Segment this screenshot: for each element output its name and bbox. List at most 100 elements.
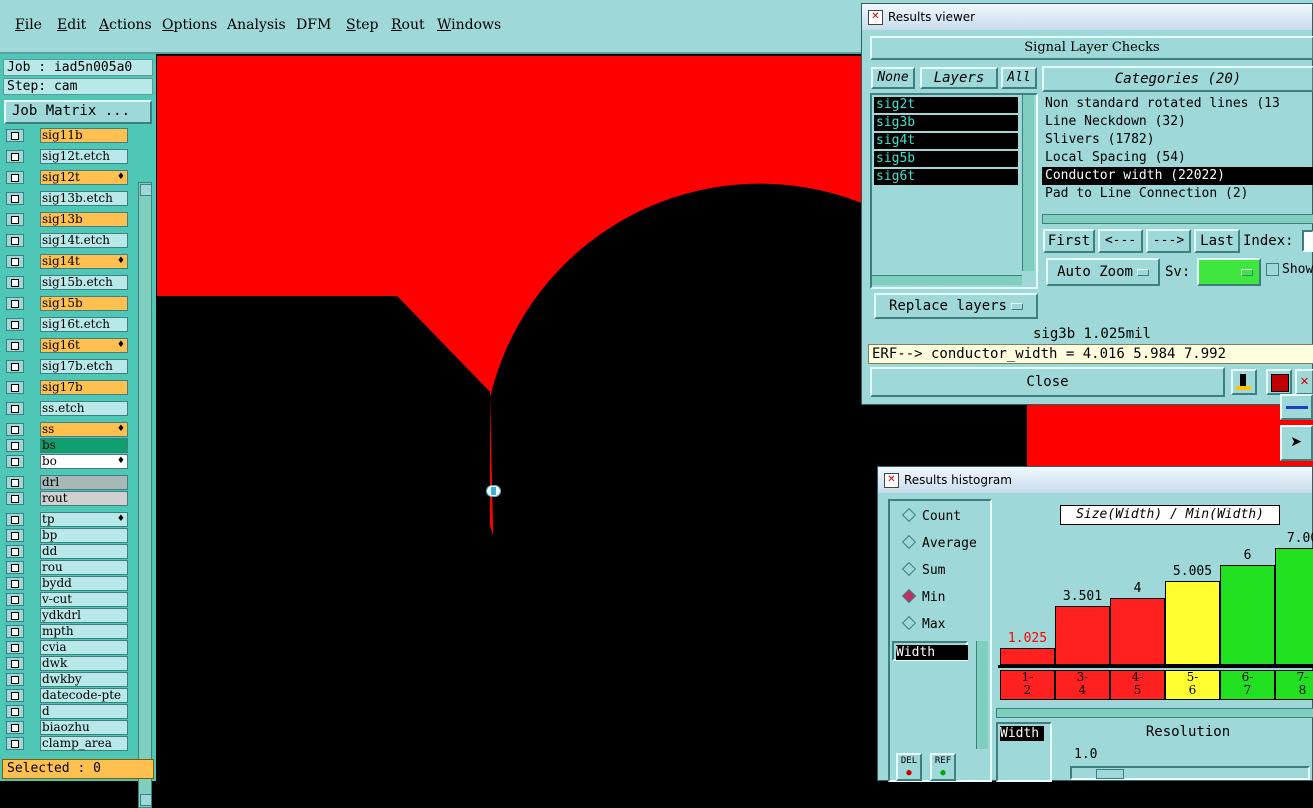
category-item[interactable]: Line Neckdown (32)	[1042, 113, 1313, 131]
layer-row[interactable]: d	[6, 704, 128, 719]
layer-row[interactable]: rou	[6, 560, 128, 575]
menu-edit[interactable]: Edit	[57, 17, 86, 33]
layer-name[interactable]: ss.etch	[40, 401, 128, 416]
field-scrollbar[interactable]	[976, 641, 988, 749]
layer-name[interactable]: sig14t ♦	[40, 254, 128, 269]
layer-checkbox[interactable]	[6, 192, 24, 205]
histogram-bar[interactable]	[1220, 565, 1275, 665]
layer-name[interactable]: ss ♦	[40, 422, 128, 437]
layer-checkbox[interactable]	[6, 276, 24, 289]
replace-layers-dropdown[interactable]: Replace layers	[874, 293, 1038, 319]
layer-row[interactable]: sig12t ♦	[6, 170, 128, 185]
menu-actions[interactable]: Actions	[99, 17, 152, 33]
layer-row[interactable]: sig13b.etch	[6, 191, 128, 206]
layer-checkbox[interactable]	[6, 641, 24, 654]
mode-min-radio[interactable]: Min	[901, 588, 945, 605]
viewer-layer-item[interactable]: sig2t	[874, 97, 1018, 113]
histogram-bar[interactable]	[1110, 598, 1165, 665]
layer-name[interactable]: datecode-pte	[40, 688, 128, 703]
pointer-tool-icon[interactable]: ➤	[1280, 425, 1313, 461]
layer-row[interactable]: sig15b.etch	[6, 275, 128, 290]
layer-name[interactable]: bs	[40, 438, 128, 453]
menu-step[interactable]: Step	[346, 17, 378, 33]
viewer-layer-item[interactable]: sig4t	[874, 133, 1018, 149]
layer-name[interactable]: d	[40, 704, 128, 719]
mode-average-radio[interactable]: Average	[901, 534, 977, 551]
layer-row[interactable]: dd	[6, 544, 128, 559]
resolution-slider[interactable]	[1070, 766, 1310, 780]
layer-checkbox[interactable]	[6, 129, 24, 142]
layer-row[interactable]: sig15b	[6, 296, 128, 311]
layer-checkbox[interactable]	[6, 402, 24, 415]
layer-checkbox[interactable]	[6, 625, 24, 638]
layer-name[interactable]: clamp_area	[40, 736, 128, 751]
layer-checkbox[interactable]	[6, 561, 24, 574]
layer-name[interactable]: tp ♦	[40, 512, 128, 527]
last-button[interactable]: Last	[1194, 229, 1240, 253]
field-item[interactable]: Width	[896, 645, 968, 660]
layer-row[interactable]: dwk	[6, 656, 128, 671]
layer-name[interactable]: sig13b	[40, 212, 128, 227]
layer-checkbox[interactable]	[6, 737, 24, 750]
layer-name[interactable]: sig16t ♦	[40, 338, 128, 353]
viewer-layer-item[interactable]: sig6t	[874, 169, 1018, 185]
layer-checkbox[interactable]	[6, 318, 24, 331]
layer-checkbox[interactable]	[6, 689, 24, 702]
cancel-icon[interactable]: ✕	[1295, 369, 1313, 395]
layer-checkbox[interactable]	[6, 529, 24, 542]
layer-checkbox[interactable]	[6, 609, 24, 622]
layer-checkbox[interactable]	[6, 171, 24, 184]
layer-row[interactable]: sig17b.etch	[6, 359, 128, 374]
layer-row[interactable]: ss.etch	[6, 401, 128, 416]
histogram-bar[interactable]	[1000, 648, 1055, 665]
layer-row[interactable]: rout	[6, 491, 128, 506]
menu-rout[interactable]: Rout	[391, 17, 425, 33]
layers-button[interactable]: Layers	[920, 67, 998, 89]
layer-name[interactable]: sig11b	[40, 128, 128, 143]
layer-checkbox[interactable]	[6, 439, 24, 452]
category-item[interactable]: Pad to Line Connection (2)	[1042, 185, 1313, 203]
highlight-tool-icon[interactable]	[1231, 369, 1257, 395]
layer-row[interactable]: sig16t.etch	[6, 317, 128, 332]
menu-analysis[interactable]: Analysis	[227, 17, 286, 33]
menu-windows[interactable]: Windows	[437, 17, 501, 33]
layer-name[interactable]: biaozhu	[40, 720, 128, 735]
slider-thumb[interactable]	[1096, 769, 1124, 779]
layer-row[interactable]: ss ♦	[6, 422, 128, 437]
mode-count-radio[interactable]: Count	[901, 507, 961, 524]
layer-row[interactable]: cvia	[6, 640, 128, 655]
layer-row[interactable]: ydkdrl	[6, 608, 128, 623]
layer-name[interactable]: bydd	[40, 576, 128, 591]
line-tool-icon[interactable]	[1280, 394, 1313, 420]
layer-scrollbar[interactable]	[138, 182, 152, 808]
viewer-layer-item[interactable]: sig3b	[874, 115, 1018, 131]
layer-checkbox[interactable]	[6, 545, 24, 558]
layer-checkbox[interactable]	[6, 593, 24, 606]
layer-name[interactable]: sig17b	[40, 380, 128, 395]
menu-file[interactable]: File	[15, 17, 42, 33]
layer-name[interactable]: dwkby	[40, 672, 128, 687]
results-viewer-titlebar[interactable]: ✕ Results viewer	[862, 4, 1312, 30]
layer-row[interactable]: sig17b	[6, 380, 128, 395]
category-item[interactable]: Non standard rotated lines (13	[1042, 95, 1313, 113]
layer-name[interactable]: ydkdrl	[40, 608, 128, 623]
layer-checkbox[interactable]	[6, 492, 24, 505]
layer-name[interactable]: rout	[40, 491, 128, 506]
layer-name[interactable]: sig13b.etch	[40, 191, 128, 206]
layer-row[interactable]: tp ♦	[6, 512, 128, 527]
layer-checkbox[interactable]	[6, 657, 24, 670]
layer-name[interactable]: sig17b.etch	[40, 359, 128, 374]
scroll-down-arrow[interactable]	[140, 794, 152, 806]
category-item[interactable]: Local Spacing (54)	[1042, 149, 1313, 167]
layer-name[interactable]: bo ♦	[40, 454, 128, 469]
layer-checkbox[interactable]	[6, 255, 24, 268]
layer-row[interactable]: bs	[6, 438, 128, 453]
layer-row[interactable]: drl	[6, 475, 128, 490]
mode-sum-radio[interactable]: Sum	[901, 561, 945, 578]
none-button[interactable]: None	[871, 67, 915, 89]
layer-row[interactable]: sig16t ♦	[6, 338, 128, 353]
layer-checkbox[interactable]	[6, 455, 24, 468]
menu-options[interactable]: Options	[162, 17, 217, 33]
next-button[interactable]: --->	[1146, 229, 1191, 253]
layer-checkbox[interactable]	[6, 297, 24, 310]
